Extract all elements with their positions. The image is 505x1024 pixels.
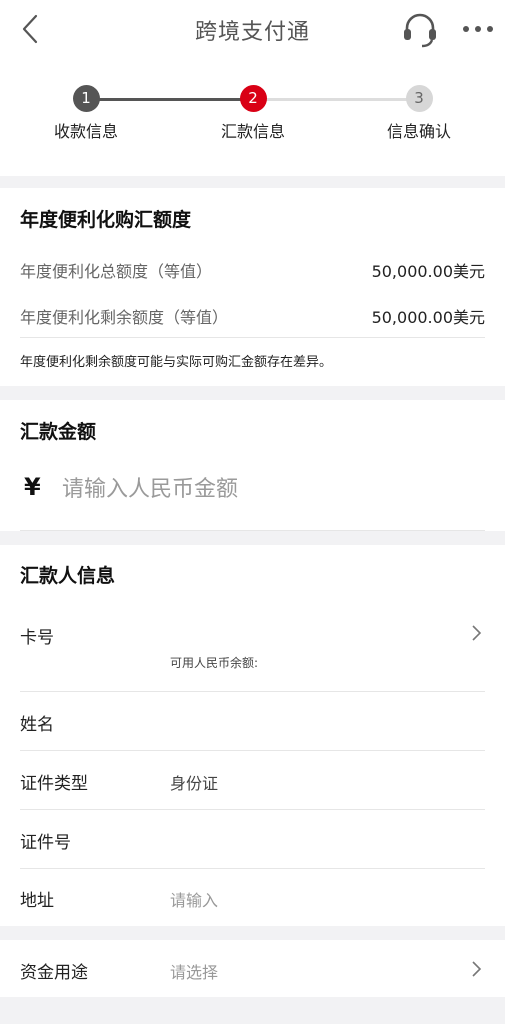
headset-icon[interactable] xyxy=(400,10,440,50)
id-number-label: 证件号 xyxy=(20,833,71,853)
balance-label: 可用人民币余额: xyxy=(170,656,259,670)
fund-purpose-row[interactable]: 资金用途 请选择 xyxy=(0,940,505,997)
remain-quota-label: 年度便利化剩余额度（等值） xyxy=(20,308,229,327)
id-type-value: 身份证 xyxy=(170,774,219,793)
more-dots-icon[interactable] xyxy=(458,16,498,42)
address-input[interactable]: 请输入 xyxy=(170,887,470,911)
id-type-label: 证件类型 xyxy=(20,774,88,794)
name-label: 姓名 xyxy=(20,715,54,735)
amount-card: 汇款金额 ¥ xyxy=(0,400,505,531)
header-panel: 跨境支付通 1 收款信息 2 汇款信息 3 信息确认 xyxy=(0,0,505,176)
divider xyxy=(20,337,485,338)
fund-purpose-label: 资金用途 xyxy=(20,963,88,983)
card-number-label: 卡号 xyxy=(20,628,54,648)
step-number: 3 xyxy=(405,85,433,112)
divider xyxy=(20,530,485,531)
fund-purpose-select[interactable]: 请选择 xyxy=(170,959,218,983)
total-quota-value: 50,000.00美元 xyxy=(371,262,485,281)
remitter-title: 汇款人信息 xyxy=(20,565,116,587)
step-label: 收款信息 xyxy=(53,122,118,141)
quota-title: 年度便利化购汇额度 xyxy=(20,209,192,231)
id-type-row[interactable]: 证件类型 身份证 xyxy=(0,751,505,809)
progress-steps: 1 收款信息 2 汇款信息 3 信息确认 xyxy=(0,84,505,144)
chevron-right-icon xyxy=(472,961,482,977)
amount-title: 汇款金额 xyxy=(20,421,97,443)
yen-symbol: ¥ xyxy=(24,473,41,501)
remain-quota-value: 50,000.00美元 xyxy=(371,308,485,327)
quota-note: 年度便利化剩余额度可能与实际可购汇金额存在差异。 xyxy=(20,355,333,370)
card-number-row[interactable]: 卡号 可用人民币余额: xyxy=(0,607,505,691)
step-number: 2 xyxy=(239,85,267,112)
address-label: 地址 xyxy=(20,891,54,911)
step-1: 1 收款信息 xyxy=(26,84,146,142)
amount-input[interactable] xyxy=(62,472,482,506)
divider xyxy=(20,868,485,869)
total-quota-label: 年度便利化总额度（等值） xyxy=(20,262,213,281)
quota-card: 年度便利化购汇额度 年度便利化总额度（等值） 50,000.00美元 年度便利化… xyxy=(0,188,505,386)
divider xyxy=(20,809,485,810)
remitter-card: 汇款人信息 卡号 可用人民币余额: 姓名 证件类型 身份证 证件号 地址 请输入 xyxy=(0,545,505,926)
step-label: 汇款信息 xyxy=(220,122,285,141)
step-label: 信息确认 xyxy=(386,122,451,141)
divider xyxy=(20,691,485,692)
step-2: 2 汇款信息 xyxy=(193,84,313,142)
chevron-right-icon xyxy=(472,625,482,641)
step-3: 3 信息确认 xyxy=(359,84,479,142)
step-number: 1 xyxy=(72,85,100,112)
